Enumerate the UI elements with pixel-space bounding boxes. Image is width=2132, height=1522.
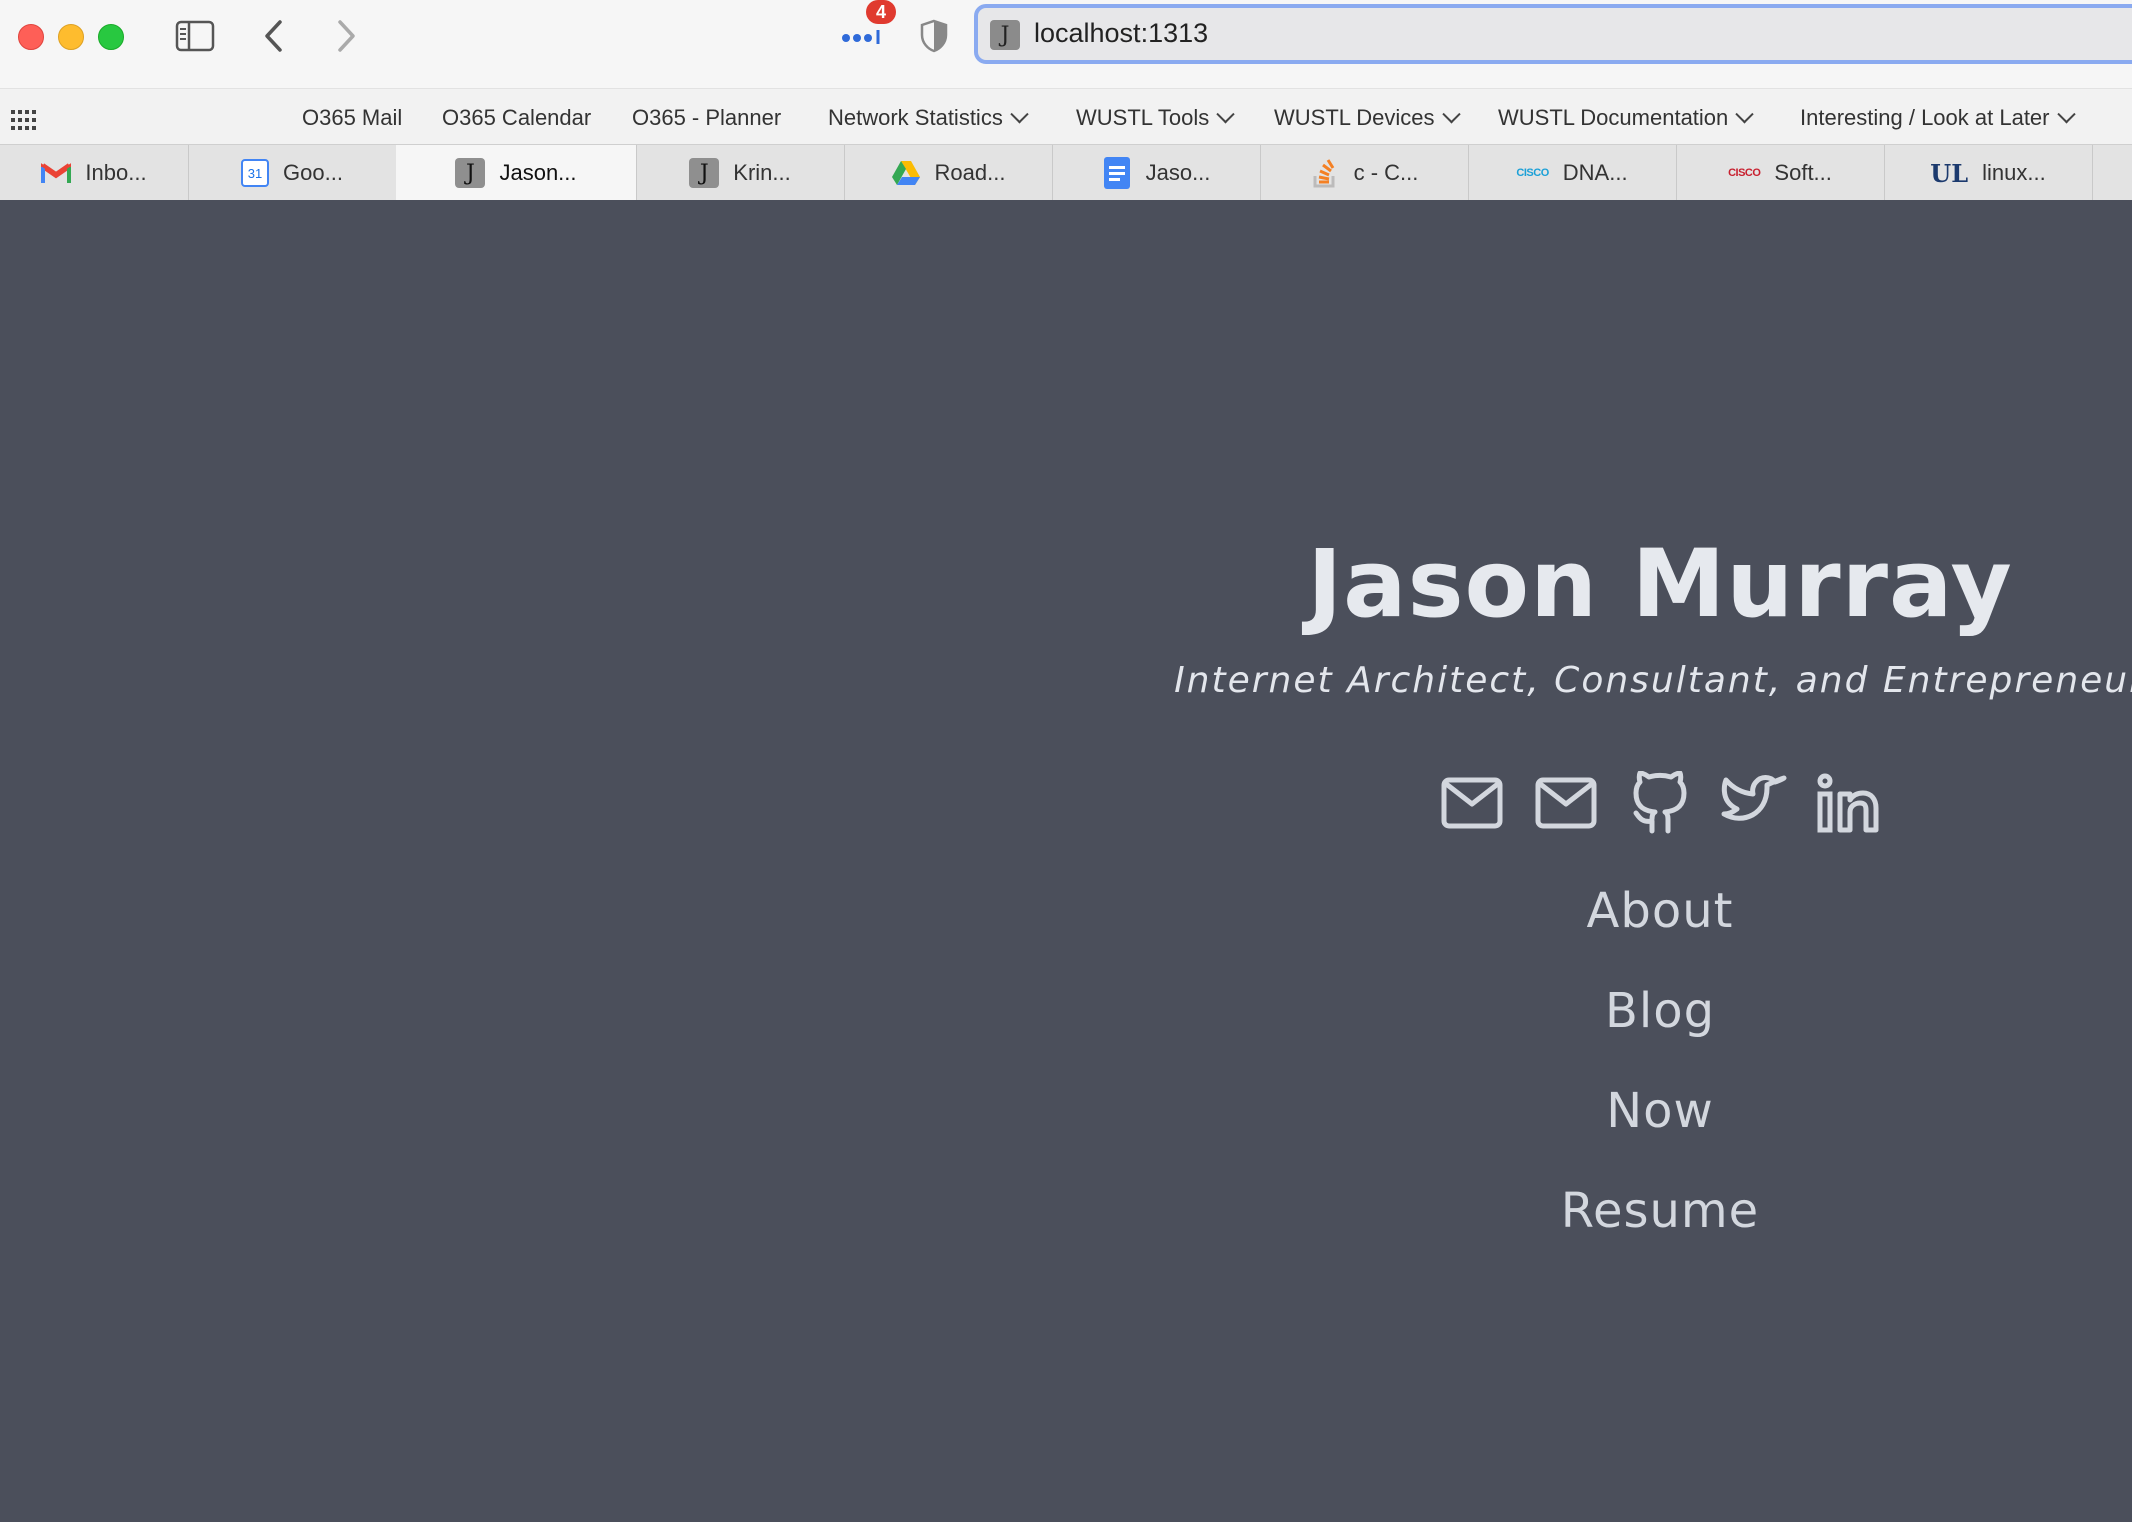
tab-krin[interactable]: J Krin... [636,145,845,201]
cisco-icon: CISCO [1728,167,1761,179]
bookmark-label: O365 Mail [302,105,403,130]
tab-label: Krin... [733,160,791,185]
gmail-icon [41,158,72,188]
bookmark-folder-wustl-devices[interactable]: WUSTL Devices [1274,104,1461,131]
window-close-button[interactable] [18,24,44,50]
tab-label: Soft... [1774,160,1832,185]
window-minimize-button[interactable] [58,24,84,50]
page-content [0,200,2132,1522]
cisco-icon: CISCO [1516,167,1549,179]
tab-label: DNA... [1562,160,1628,185]
bookmark-label: Network Statistics [828,105,1003,130]
extension-badge: 4 [866,0,896,24]
bookmark-o365-mail[interactable]: O365 Mail [302,105,402,131]
bookmark-folder-wustl-tools[interactable]: WUSTL Tools [1076,104,1235,131]
site-subtitle: Internet Architect, Consultant, and Entr… [1174,660,2132,701]
bookmark-o365-calendar[interactable]: O365 Calendar [442,105,591,131]
site-nav: About Blog Now Resume [1160,880,2132,1280]
chevron-down-icon [1441,104,1461,123]
bookmark-label: Interesting / Look at Later [1800,105,2050,130]
tab-label: linux... [1982,160,2046,185]
bookmarks-bar: O365 Mail O365 Calendar O365 - Planner N… [0,88,2132,145]
site-favicon-icon: J [990,20,1020,50]
chevron-down-icon [1010,104,1029,123]
sidebar-toggle-icon[interactable] [172,14,218,58]
bookmark-label: O365 Calendar [442,105,592,130]
twitter-icon[interactable] [1721,770,1787,836]
bookmark-folder-network-statistics[interactable]: Network Statistics [828,104,1029,131]
bookmark-label: WUSTL Devices [1274,105,1435,130]
bookmark-label: WUSTL Tools [1076,105,1210,130]
nav-about[interactable]: About [1160,880,2132,980]
chevron-down-icon [1216,104,1235,123]
site-j-icon: J [455,158,486,188]
nav-resume[interactable]: Resume [1160,1180,2132,1280]
site-title: Jason Murray [1307,530,2013,639]
privacy-shield-icon[interactable] [914,14,954,58]
tab-label: Goo... [283,160,343,185]
google-docs-icon [1102,157,1132,189]
github-icon[interactable] [1627,770,1693,836]
nav-now[interactable]: Now [1160,1080,2132,1180]
tab-label: Jason... [499,160,577,185]
window-zoom-button[interactable] [98,24,124,50]
tab-cisco-dna[interactable]: CISCO DNA... [1468,145,1677,201]
bookmark-folder-wustl-documentation[interactable]: WUSTL Documentation [1498,104,1754,131]
bookmark-folder-interesting[interactable]: Interesting / Look at Later [1800,104,2076,131]
social-links [1160,770,2132,836]
stackoverflow-icon [1310,158,1340,188]
bookmark-o365-planner[interactable]: O365 - Planner [632,105,781,131]
tab-google-drive[interactable]: Road... [844,145,1053,201]
tab-label: c - C... [1353,160,1419,185]
email-icon[interactable] [1439,770,1505,836]
email-icon[interactable] [1533,770,1599,836]
tab-jason-active[interactable]: J Jason... [396,145,637,201]
tab-strip: Inbo... 31 Goo... J Jason... J Krin... R… [0,144,2132,202]
bookmark-label: WUSTL Documentation [1498,105,1729,130]
apps-grid-icon[interactable] [10,109,38,131]
tab-gmail[interactable]: Inbo... [0,145,189,201]
nav-blog[interactable]: Blog [1160,980,2132,1080]
tab-label: Road... [934,160,1006,185]
tab-google-docs[interactable]: Jaso... [1052,145,1261,201]
tab-label: Jaso... [1145,160,1211,185]
google-calendar-icon: 31 [241,159,270,187]
google-drive-icon [891,158,921,188]
university-icon: UL [1930,158,1969,188]
site-j-icon: J [689,158,720,188]
tab-label: Inbo... [85,160,147,185]
chevron-down-icon [2056,104,2076,123]
back-chevron-icon[interactable] [256,14,292,58]
forward-chevron-icon[interactable] [328,14,364,58]
address-text[interactable]: localhost:1313 [1034,18,1208,49]
tab-google-calendar[interactable]: 31 Goo... [188,145,397,201]
tab-cisco-software[interactable]: CISCO Soft... [1676,145,1885,201]
tab-linux[interactable]: UL linux... [1884,145,2093,201]
bookmark-label: O365 - Planner [632,105,782,130]
tab-stackoverflow[interactable]: c - C... [1260,145,1469,201]
browser-toolbar: 4 J localhost:1313 [0,0,2132,88]
chevron-down-icon [1735,104,1754,123]
linkedin-icon[interactable] [1815,770,1881,836]
address-bar[interactable]: J localhost:1313 [974,4,2132,64]
browser-chrome: 4 J localhost:1313 O365 Mail O365 Calend… [0,0,2132,202]
